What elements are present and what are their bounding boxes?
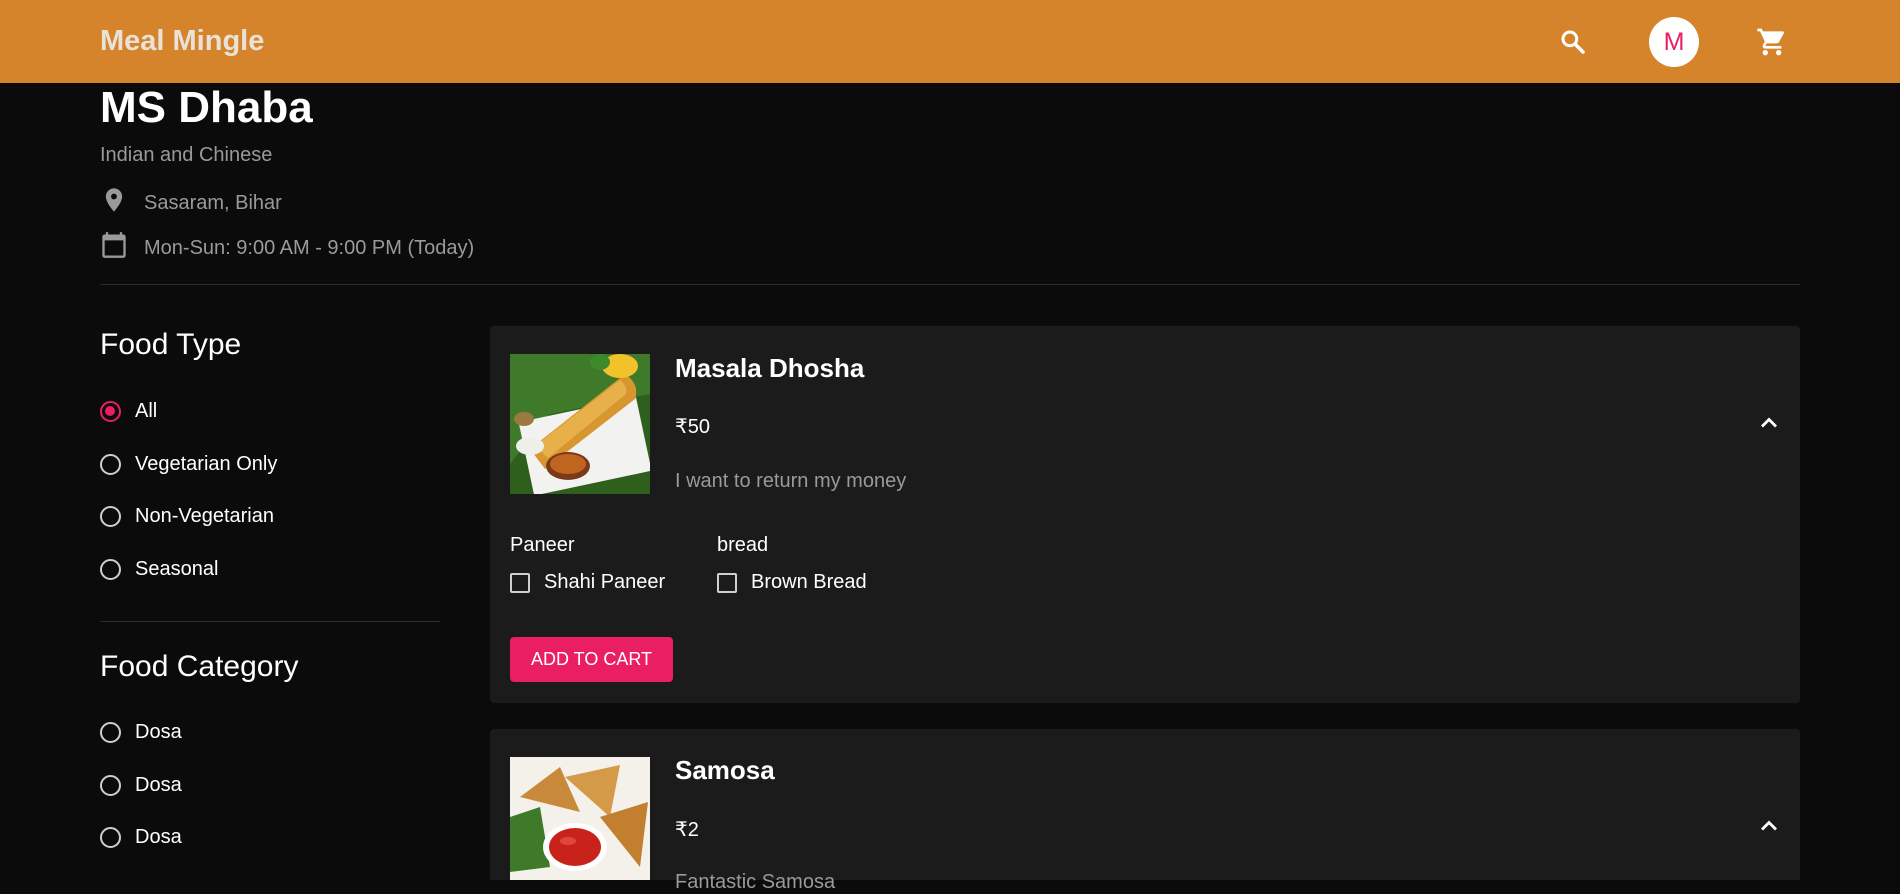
avatar[interactable]: M [1649, 17, 1699, 67]
radio-button[interactable] [100, 506, 121, 527]
food-type-title: Food Type [100, 328, 242, 361]
menu-item-card: Masala Dhosha ₹50 I want to return my mo… [490, 326, 1800, 703]
cart-icon[interactable] [1756, 26, 1788, 58]
restaurant-cuisine: Indian and Chinese [100, 144, 273, 166]
location-row: Sasaram, Bihar [100, 186, 282, 220]
restaurant-name: MS Dhaba [100, 83, 313, 132]
radio-button[interactable] [100, 559, 121, 580]
radio-label: Non-Vegetarian [135, 505, 274, 527]
checkbox[interactable] [510, 572, 530, 593]
item-description: I want to return my money [675, 470, 907, 492]
addon-option-label: Brown Bread [751, 571, 867, 593]
radio-button-checked[interactable] [100, 401, 121, 422]
restaurant-hours: Mon-Sun: 9:00 AM - 9:00 PM (Today) [144, 236, 475, 259]
radio-button[interactable] [100, 775, 121, 796]
item-name: Masala Dhosha [675, 353, 865, 383]
top-app-bar: Meal Mingle M [0, 0, 1900, 83]
item-price: ₹50 [675, 416, 710, 438]
addon-option-label: Shahi Paneer [544, 571, 666, 593]
menu-item-card: Samosa ₹2 Fantastic Samosa [490, 729, 1800, 893]
radio-button[interactable] [100, 454, 121, 475]
radio-category-dosa[interactable]: Dosa [100, 826, 182, 849]
addon-group-bread: bread Brown Bread [717, 534, 867, 594]
radio-label: Dosa [135, 721, 182, 743]
radio-category-dosa[interactable]: Dosa [100, 721, 182, 744]
divider [100, 621, 440, 622]
calendar-icon [100, 231, 128, 265]
collapse-chevron-up-icon[interactable] [1755, 812, 1783, 840]
food-category-title: Food Category [100, 650, 299, 683]
radio-label: Vegetarian Only [135, 453, 278, 475]
divider [100, 284, 1800, 285]
addon-title: bread [717, 534, 769, 556]
addon-title: Paneer [510, 534, 575, 556]
hours-row: Mon-Sun: 9:00 AM - 9:00 PM (Today) [100, 231, 474, 265]
item-price: ₹2 [675, 819, 699, 841]
radio-category-dosa[interactable]: Dosa [100, 774, 182, 797]
addon-option-shahi-paneer[interactable]: Shahi Paneer [510, 571, 665, 594]
add-to-cart-button[interactable]: ADD TO CART [510, 637, 673, 682]
item-description: Fantastic Samosa [675, 871, 836, 893]
location-pin-icon [100, 186, 128, 220]
food-image [510, 757, 650, 880]
addon-option-brown-bread[interactable]: Brown Bread [717, 571, 867, 594]
radio-seasonal[interactable]: Seasonal [100, 558, 218, 581]
radio-label: Dosa [135, 826, 182, 848]
radio-all[interactable]: All [100, 400, 157, 423]
food-image [510, 354, 650, 494]
radio-button[interactable] [100, 722, 121, 743]
radio-label: Seasonal [135, 558, 219, 580]
restaurant-location: Sasaram, Bihar [144, 191, 282, 214]
item-name: Samosa [675, 755, 775, 785]
radio-button[interactable] [100, 827, 121, 848]
addon-group-paneer: Paneer Shahi Paneer [510, 534, 665, 594]
collapse-chevron-up-icon[interactable] [1755, 409, 1783, 437]
brand-logo[interactable]: Meal Mingle [100, 25, 264, 58]
radio-label: All [135, 400, 158, 422]
radio-non-vegetarian[interactable]: Non-Vegetarian [100, 505, 274, 528]
radio-label: Dosa [135, 774, 182, 796]
radio-vegetarian-only[interactable]: Vegetarian Only [100, 453, 277, 476]
checkbox[interactable] [717, 572, 737, 593]
search-icon[interactable] [1558, 27, 1588, 57]
